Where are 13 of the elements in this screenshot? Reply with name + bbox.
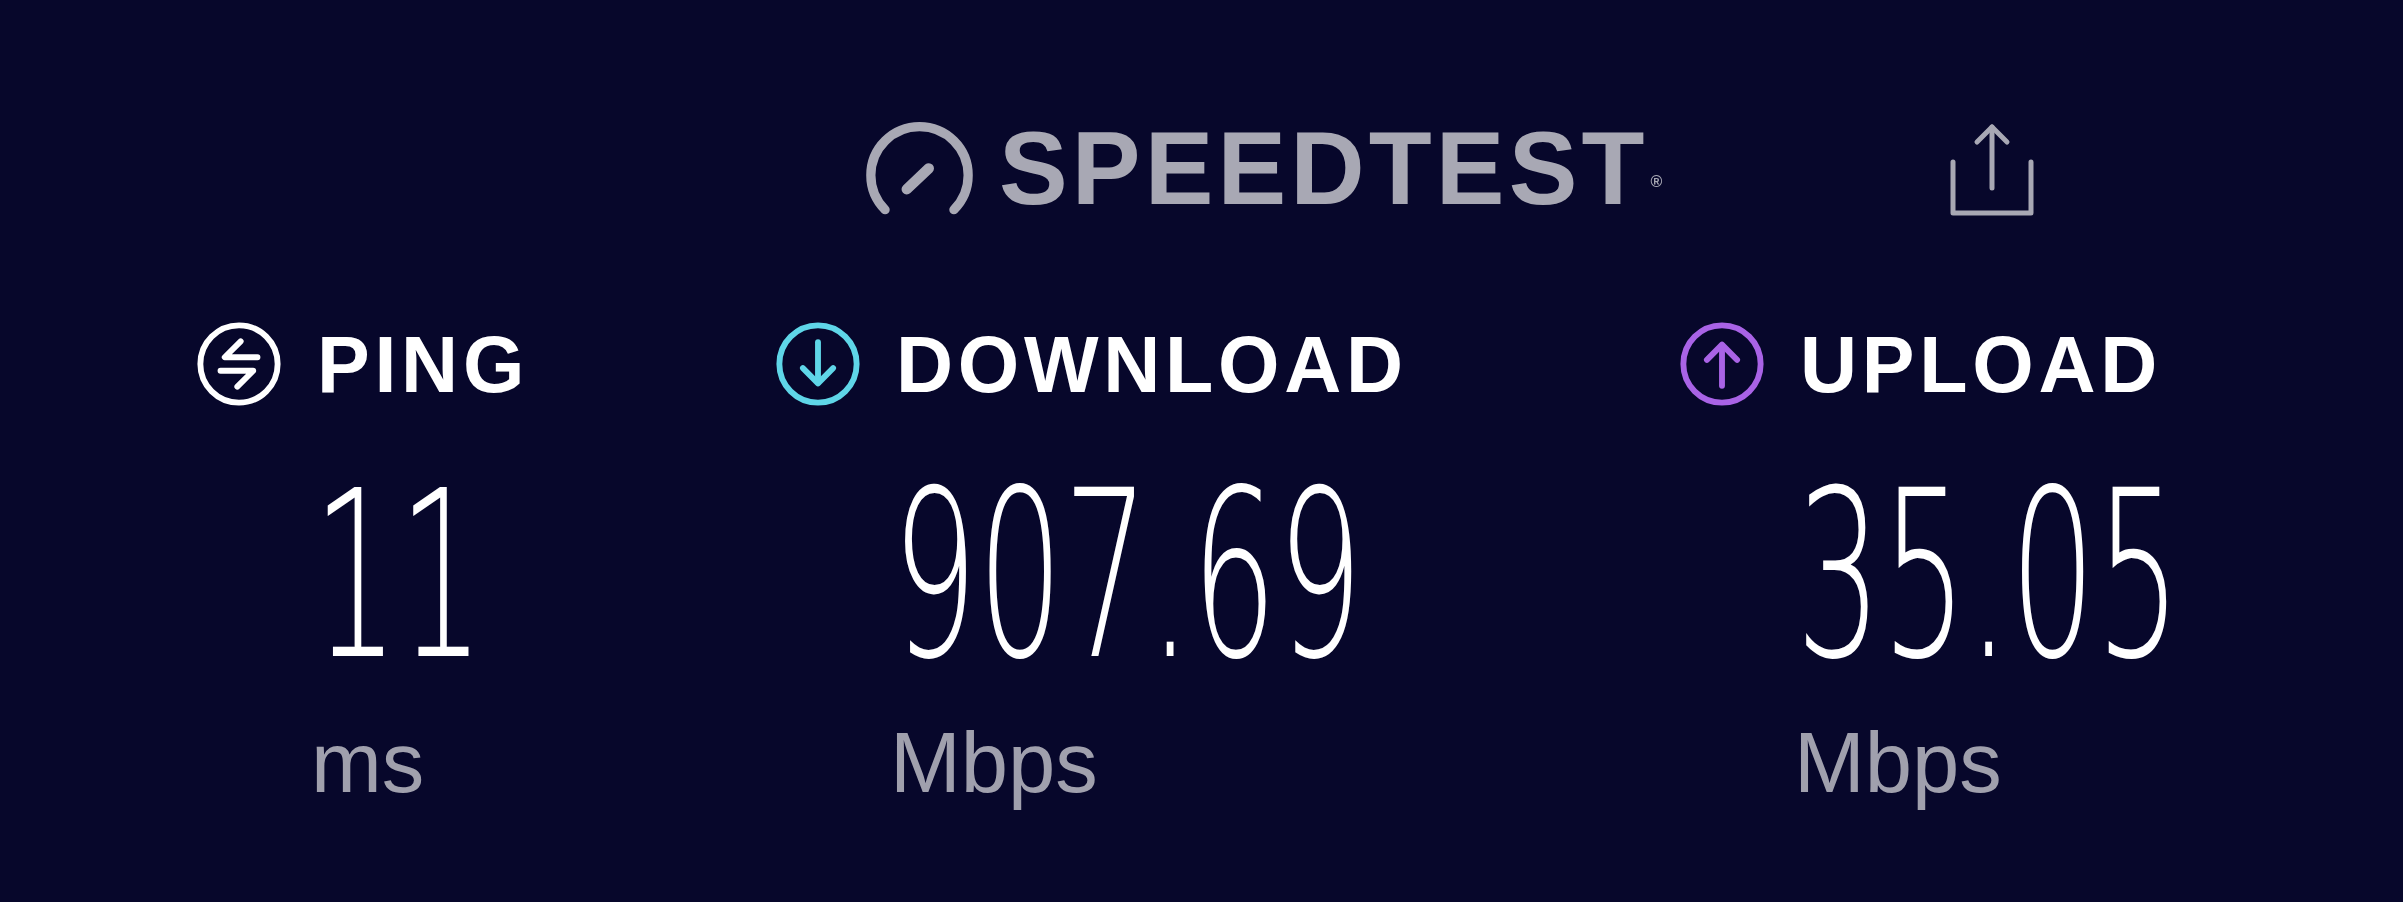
metric-label: UPLOAD xyxy=(1800,324,2162,404)
share-icon xyxy=(1949,121,2035,217)
metric-unit: ms xyxy=(311,714,425,813)
metric-unit: Mbps xyxy=(890,714,1098,813)
metric-value: 35.05 xyxy=(1796,460,2182,693)
metric-value: 11 xyxy=(313,460,485,693)
metric-label: DOWNLOAD xyxy=(896,324,1408,404)
metric-label: PING xyxy=(317,324,530,404)
metric-value: 907.69 xyxy=(892,460,1363,693)
share-button[interactable] xyxy=(1949,121,2035,217)
gauge-icon xyxy=(866,121,973,217)
metric-unit: Mbps xyxy=(1794,714,2002,813)
logo-wordmark: SPEEDTEST$^{®}$ xyxy=(999,110,1667,228)
